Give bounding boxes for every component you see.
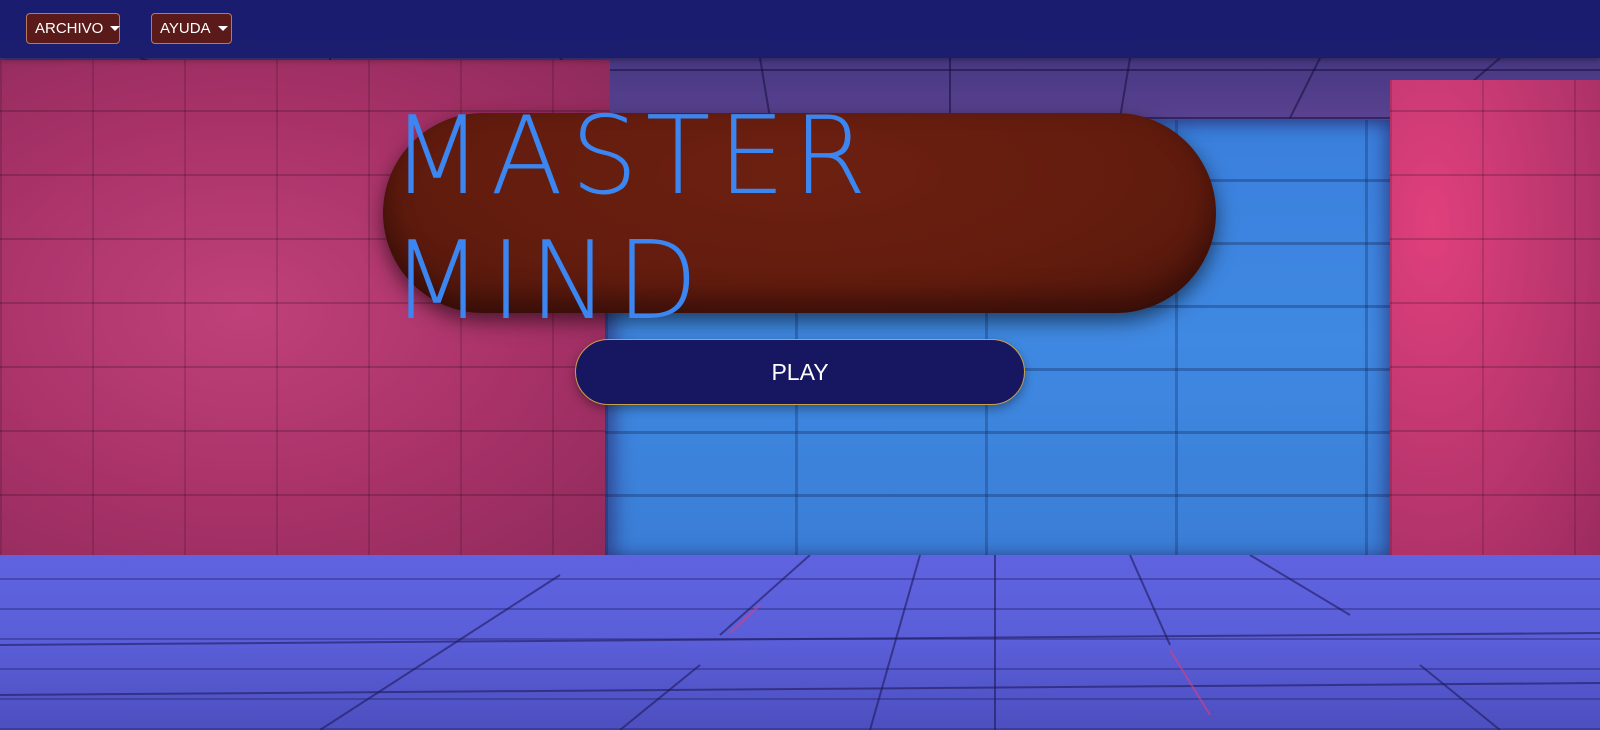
archivo-menu-label: ARCHIVO: [35, 20, 104, 37]
archivo-menu-button[interactable]: ARCHIVO: [26, 13, 121, 44]
ayuda-menu-label: AYUDA: [160, 20, 211, 37]
top-navbar: ARCHIVO AYUDA: [0, 0, 1600, 58]
play-button[interactable]: PLAY: [575, 339, 1025, 405]
ayuda-menu-button[interactable]: AYUDA: [151, 13, 232, 44]
caret-down-icon: [217, 26, 228, 31]
play-button-label: PLAY: [771, 358, 829, 385]
right-wall: [1390, 80, 1600, 560]
game-title: MASTER MIND: [391, 94, 875, 344]
caret-down-icon: [110, 26, 121, 31]
title-banner: MASTER MIND: [383, 94, 1216, 344]
floor-tiles: [0, 555, 1600, 730]
